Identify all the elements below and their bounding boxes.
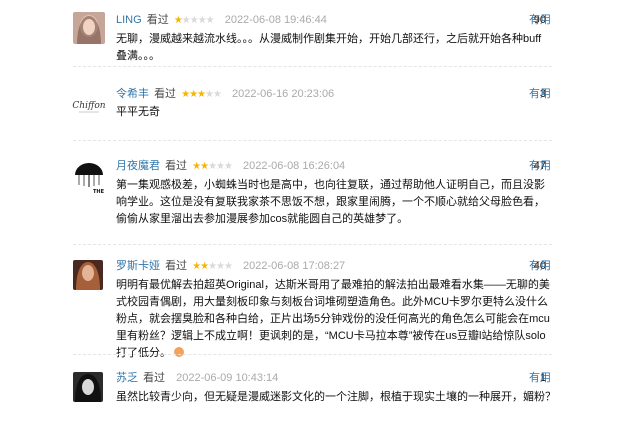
review-text: 明明有最优解去拍超英Original，达斯米哥用了最难拍的解法拍出最难看水集——… [116,277,552,362]
review-header: 月夜魔君 看过 ★★★★★ 2022-06-08 16:26:04 [116,158,550,174]
useful-button[interactable]: 有用 [529,370,551,386]
review-text: 平平无奇 [116,106,160,118]
watch-status: 看过 [154,88,177,100]
username-link[interactable]: LING [116,14,142,26]
review-text: 第一集观感极差，小蜘蛛当时也是高中，也向往复联，通过帮助他人证明自己，而且没影响… [116,179,545,225]
avatar-image-icon [73,260,103,290]
useful-button[interactable]: 有用 [529,12,551,28]
divider [73,140,552,142]
review-text: 虽然比较青少向，但无疑是漫威迷影文化的一个注脚，根植于现实土壤的一种展开，媚粉？… [116,391,552,403]
rating-stars: ★★★★★ [173,15,215,26]
avatar[interactable] [73,260,103,290]
username-link[interactable]: 令希丰 [116,88,149,100]
useful-button[interactable]: 有用 [529,258,551,274]
timestamp: 2022-06-08 17:08:27 [243,260,346,272]
divider [73,66,552,68]
avatar-image-icon: Chiffon [71,86,107,122]
avatar[interactable]: THE [71,159,107,195]
timestamp: 2022-06-08 16:26:04 [243,160,346,172]
review-header: 罗斯卡娅 看过 ★★★★★ 2022-06-08 17:08:27 [116,258,550,274]
rating-stars: ★★★★★ [181,89,222,100]
svg-text:Chiffon: Chiffon [72,101,105,111]
avatar-image-icon [73,372,103,402]
review-header: LING 看过 ★★★★★ 2022-06-08 19:46:44 [116,12,550,28]
watch-status: 看过 [143,372,166,384]
review-text: 无聊，漫威越来越流水线。。。从漫威制作剧集开始，开始几部还行，之后就开始各种bu… [116,33,542,62]
divider [73,354,552,356]
avatar[interactable] [73,12,105,44]
svg-text:THE: THE [93,189,105,195]
rating-stars: ★★★★★ [192,161,233,172]
timestamp: 2022-06-16 20:23:06 [232,88,335,100]
useful-button[interactable]: 有用 [529,86,551,102]
avatar[interactable] [73,372,103,402]
timestamp: 2022-06-08 19:46:44 [224,14,327,26]
username-link[interactable]: 苏乏 [116,372,138,384]
rating-stars: ★★★★★ [192,261,233,272]
review-header: 令希丰 看过 ★★★★★ 2022-06-16 20:23:06 [116,86,550,102]
watch-status: 看过 [146,14,169,26]
avatar[interactable]: Chiffon [71,86,107,122]
umbrella-icon: THE [71,159,107,195]
review-header: 苏乏 看过 2022-06-09 10:43:14 [116,370,550,386]
username-link[interactable]: 罗斯卡娅 [116,260,160,272]
timestamp: 2022-06-09 10:43:14 [176,372,279,384]
useful-button[interactable]: 有用 [529,158,551,174]
avatar-image-icon [73,12,105,44]
divider [73,244,552,246]
watch-status: 看过 [165,160,188,172]
watch-status: 看过 [165,260,188,272]
username-link[interactable]: 月夜魔君 [116,160,160,172]
